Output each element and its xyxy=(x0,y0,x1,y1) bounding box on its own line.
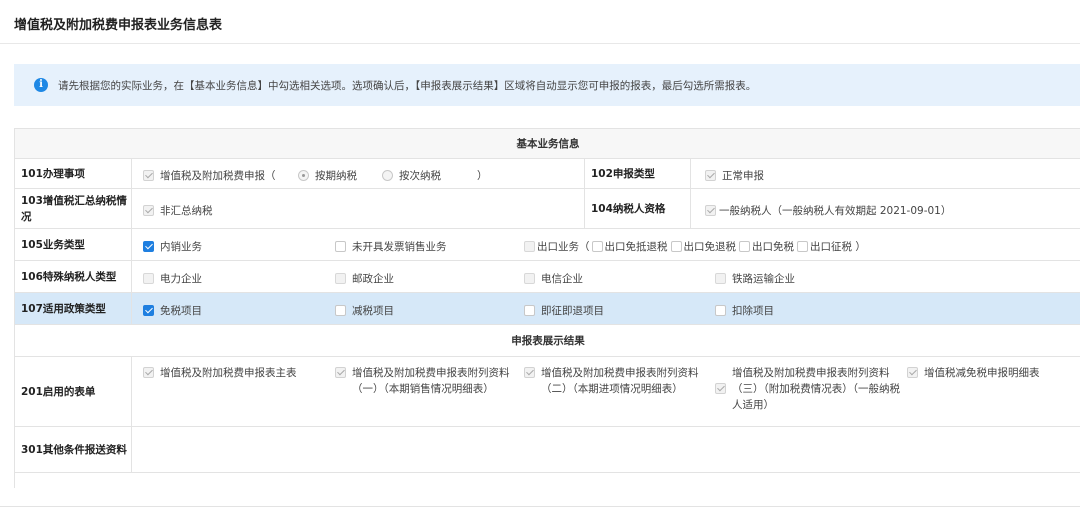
checkbox-form-attachment-3[interactable] xyxy=(715,383,726,394)
info-icon: i xyxy=(34,78,48,92)
business-info-table: 基本业务信息 101办理事项 增值税及附加税费申报（ 按期纳税 按次纳税 ） 1… xyxy=(14,128,1080,488)
checkbox-normal-declare[interactable] xyxy=(705,170,716,181)
row-201: 201启用的表单 增值税及附加税费申报表主表 增值税及附加税费申报表附列资料（一… xyxy=(15,357,1080,427)
radio-periodic-circle[interactable] xyxy=(298,170,309,181)
checkbox-vat-declare[interactable] xyxy=(143,170,154,181)
radio-per-time[interactable]: 按次纳税 xyxy=(382,168,441,183)
option-reduced-item[interactable]: 减税项目 xyxy=(335,303,394,318)
checkbox-export-exempt-refund[interactable] xyxy=(670,241,682,252)
checkbox-non-consolidated[interactable] xyxy=(143,205,154,216)
notice-banner: i 请先根据您的实际业务，在【基本业务信息】中勾选相关选项。选项确认后，【申报表… xyxy=(14,64,1080,106)
option-vat-declare: 增值税及附加税费申报（ xyxy=(143,168,276,183)
label-301: 301其他条件报送资料 xyxy=(15,427,132,472)
checkbox-export-exempt-credit-refund[interactable] xyxy=(591,241,603,252)
bottom-divider xyxy=(0,506,1080,507)
page-title: 增值税及附加税费申报表业务信息表 xyxy=(14,18,223,33)
form-main[interactable]: 增值税及附加税费申报表主表 xyxy=(143,365,340,381)
section-basic: 基本业务信息 xyxy=(15,129,1080,159)
label-105: 105业务类型 xyxy=(15,229,132,260)
label-102: 102申报类型 xyxy=(584,159,691,188)
option-export: 出口业务（ 出口免抵退税 出口免退税 出口免税 出口征税 ） xyxy=(524,239,866,254)
label-107: 107适用政策类型 xyxy=(15,293,132,324)
checkbox-refund-upon-levy[interactable] xyxy=(524,305,535,316)
option-non-consolidated: 非汇总纳税 xyxy=(143,203,213,218)
checkbox-deduction-item[interactable] xyxy=(715,305,726,316)
checkbox-general-taxpayer[interactable] xyxy=(705,205,716,216)
row-301: 301其他条件报送资料 xyxy=(15,427,1080,473)
label-103: 103增值税汇总纳税情况 xyxy=(15,189,132,228)
option-refund-upon-levy[interactable]: 即征即退项目 xyxy=(524,303,604,318)
checkbox-form-attachment-2[interactable] xyxy=(524,367,535,378)
checkbox-exempt-item[interactable] xyxy=(143,305,154,316)
checkbox-domestic-sales[interactable] xyxy=(143,241,154,252)
label-106: 106特殊纳税人类型 xyxy=(15,261,132,292)
page-header: 增值税及附加税费申报表业务信息表 xyxy=(0,0,1080,44)
checkbox-no-invoice-sales[interactable] xyxy=(335,241,346,252)
checkbox-form-reduction-detail[interactable] xyxy=(907,367,918,378)
checkbox-power-company[interactable] xyxy=(143,273,154,284)
section-title-basic: 基本业务信息 xyxy=(516,138,580,150)
option-taxpayer-qualification: 一般纳税人（一般纳税人有效期起 2021-09-01） xyxy=(705,203,951,218)
label-201: 201启用的表单 xyxy=(15,357,132,426)
checkbox-form-main[interactable] xyxy=(143,367,154,378)
row-101: 101办理事项 增值税及附加税费申报（ 按期纳税 按次纳税 ） 102申报类型 … xyxy=(15,159,1080,189)
label-101: 101办理事项 xyxy=(15,159,132,188)
checkbox-export[interactable] xyxy=(524,241,535,252)
form-attachment-2[interactable]: 增值税及附加税费申报表附列资料（二）（本期进项情况明细表） xyxy=(524,365,713,397)
option-exempt-item[interactable]: 免税项目 xyxy=(143,303,202,318)
row-105: 105业务类型 内销业务 未开具发票销售业务 出口业务（ 出口免抵退税 出口免退… xyxy=(15,229,1080,261)
checkbox-telecom-company[interactable] xyxy=(524,273,535,284)
radio-per-time-circle[interactable] xyxy=(382,170,393,181)
label-104: 104纳税人资格 xyxy=(584,189,691,228)
row-106: 106特殊纳税人类型 电力企业 邮政企业 电信企业 铁路运输企业 xyxy=(15,261,1080,293)
form-attachment-1[interactable]: 增值税及附加税费申报表附列资料（一）（本期销售情况明细表） xyxy=(335,365,524,397)
checkbox-export-taxed[interactable] xyxy=(797,241,808,252)
option-deduction-item[interactable]: 扣除项目 xyxy=(715,303,774,318)
checkbox-form-attachment-1[interactable] xyxy=(335,367,346,378)
row-103: 103增值税汇总纳税情况 非汇总纳税 104纳税人资格 一般纳税人（一般纳税人有… xyxy=(15,189,1080,229)
option-no-invoice-sales[interactable]: 未开具发票销售业务 xyxy=(335,239,447,254)
row-107: 107适用政策类型 免税项目 减税项目 即征即退项目 扣除项目 xyxy=(15,293,1080,325)
option-normal-declare: 正常申报 xyxy=(705,168,764,183)
bracket-close: ） xyxy=(477,170,488,182)
checkbox-railway-company[interactable] xyxy=(715,273,726,284)
checkbox-reduced-item[interactable] xyxy=(335,305,346,316)
option-railway-company[interactable]: 铁路运输企业 xyxy=(715,271,795,286)
radio-periodic[interactable]: 按期纳税 xyxy=(298,168,357,183)
option-power-company[interactable]: 电力企业 xyxy=(143,271,202,286)
section-result: 申报表展示结果 xyxy=(15,325,1080,357)
checkbox-postal-company[interactable] xyxy=(335,273,346,284)
section-title-result: 申报表展示结果 xyxy=(511,335,585,347)
option-telecom-company[interactable]: 电信企业 xyxy=(524,271,583,286)
checkbox-export-exempt[interactable] xyxy=(739,241,750,252)
option-domestic-sales[interactable]: 内销业务 xyxy=(143,239,202,254)
notice-text: 请先根据您的实际业务，在【基本业务信息】中勾选相关选项。选项确认后，【申报表展示… xyxy=(58,80,757,92)
form-reduction-detail[interactable]: 增值税减免税申报明细表 xyxy=(907,365,1080,381)
form-attachment-3[interactable]: 增值税及附加税费申报表附列资料（三）（附加税费情况表）（一般纳税人适用） xyxy=(715,365,904,413)
option-postal-company[interactable]: 邮政企业 xyxy=(335,271,394,286)
